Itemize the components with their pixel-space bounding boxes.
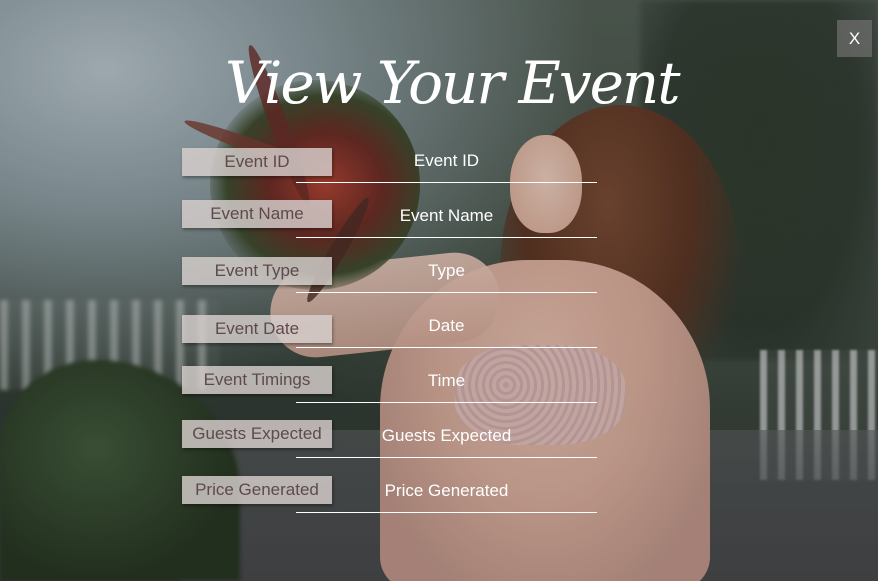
page-title: View Your Event	[225, 49, 681, 117]
event-id-value: Event ID	[413, 151, 480, 170]
guests-expected-value: Guests Expected	[381, 426, 512, 445]
event-name-underline	[296, 237, 597, 238]
event-timings-underline	[296, 402, 597, 403]
event-name-value: Event Name	[399, 206, 494, 225]
close-icon: X	[848, 28, 861, 48]
event-type-underline	[296, 292, 597, 293]
guests-expected-underline	[296, 457, 597, 458]
price-generated-underline	[296, 512, 597, 513]
event-date-value: Date	[428, 316, 465, 335]
event-timings-value: Time	[427, 371, 466, 390]
event-id-underline	[296, 182, 597, 183]
price-generated-value: Price Generated	[384, 481, 509, 500]
event-type-value: Type	[428, 261, 465, 280]
close-button[interactable]: X	[837, 20, 872, 57]
event-date-underline	[296, 347, 597, 348]
